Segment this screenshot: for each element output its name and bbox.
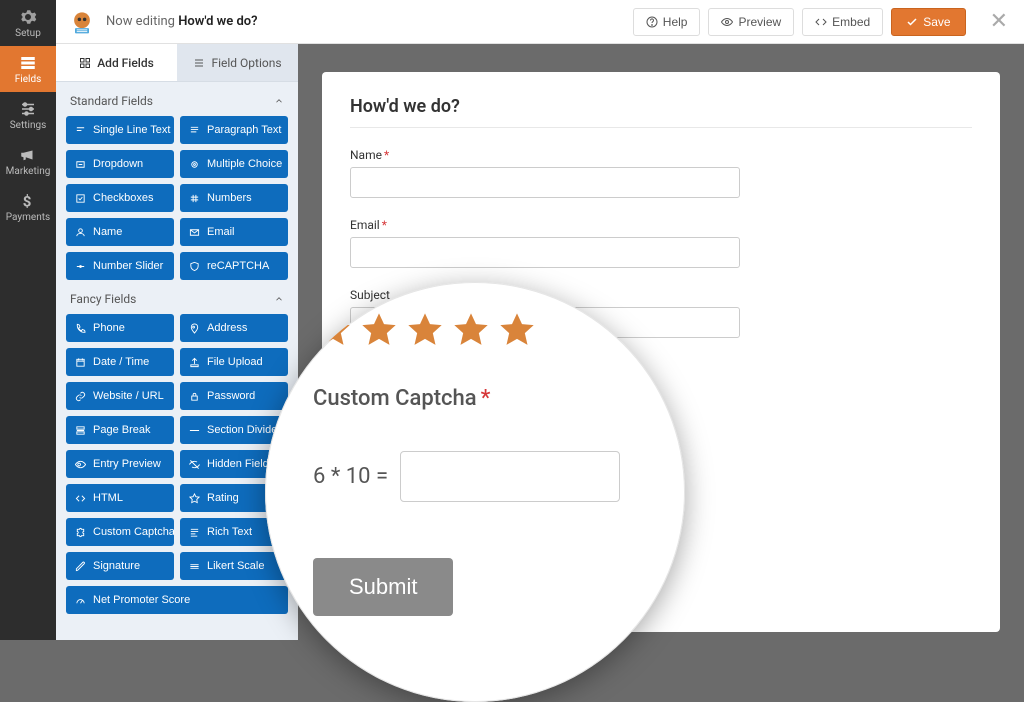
rail-fields[interactable]: Fields	[0, 46, 56, 92]
radio-icon	[189, 159, 200, 170]
likert-icon	[189, 561, 200, 572]
field-chip-signature[interactable]: Signature	[66, 552, 174, 580]
star-icon	[451, 310, 491, 350]
chevron-down-icon	[274, 96, 284, 106]
grid-icon	[79, 57, 91, 69]
field-chip-checkboxes[interactable]: Checkboxes	[66, 184, 174, 212]
dollar-icon: $	[19, 192, 37, 210]
captcha-label: Custom Captcha*	[313, 386, 645, 411]
calendar-icon	[75, 357, 86, 368]
star-icon	[405, 310, 445, 350]
field-chip-password[interactable]: Password	[180, 382, 288, 410]
rail-payments[interactable]: $ Payments	[0, 184, 56, 230]
field-chip-dropdown[interactable]: Dropdown	[66, 150, 174, 178]
preview-button[interactable]: Preview	[708, 8, 794, 36]
form-title: How'd we do?	[350, 96, 972, 117]
checkbox-icon	[75, 193, 86, 204]
left-rail: Setup Fields Settings Marketing $ Paymen…	[0, 0, 56, 640]
field-chip-multiple-choice[interactable]: Multiple Choice	[180, 150, 288, 178]
puzzle-icon	[75, 527, 86, 538]
eye-icon	[721, 16, 733, 28]
code-icon	[815, 16, 827, 28]
app-logo	[68, 8, 96, 36]
fields-icon	[19, 54, 37, 72]
star-icon	[359, 310, 399, 350]
field-chip-likert-scale[interactable]: Likert Scale	[180, 552, 288, 580]
help-button[interactable]: Help	[633, 8, 701, 36]
close-icon[interactable]: ✕	[986, 9, 1012, 34]
star-icon	[189, 493, 200, 504]
eye-icon	[75, 459, 86, 470]
wpforms-icon	[68, 8, 96, 36]
field-chip-number-slider[interactable]: Number Slider	[66, 252, 174, 280]
field-chip-html[interactable]: HTML	[66, 484, 174, 512]
dropdown-icon	[75, 159, 86, 170]
topbar: Now editing How'd we do? Help Preview Em…	[56, 0, 1024, 44]
upload-icon	[189, 357, 200, 368]
tab-field-options[interactable]: Field Options	[177, 44, 298, 81]
field-chip-single-line-text[interactable]: Single Line Text	[66, 116, 174, 144]
field-chip-email[interactable]: Email	[180, 218, 288, 246]
lock-icon	[189, 391, 200, 402]
hidden-icon	[189, 459, 200, 470]
text-icon	[75, 125, 86, 136]
gear-icon	[19, 8, 37, 26]
pen-icon	[75, 561, 86, 572]
link-icon	[75, 391, 86, 402]
field-chip-paragraph-text[interactable]: Paragraph Text	[180, 116, 288, 144]
slider-icon	[75, 261, 86, 272]
field-chip-entry-preview[interactable]: Entry Preview	[66, 450, 174, 478]
name-label: Name*	[350, 148, 972, 162]
submit-button[interactable]: Submit	[313, 558, 453, 616]
section-fancy-fields[interactable]: Fancy Fields	[66, 280, 288, 314]
phone-icon	[75, 323, 86, 334]
code-icon	[75, 493, 86, 504]
field-chip-name[interactable]: Name	[66, 218, 174, 246]
richtext-icon	[189, 527, 200, 538]
sliders-icon	[19, 100, 37, 118]
field-chip-recaptcha[interactable]: reCAPTCHA	[180, 252, 288, 280]
gauge-icon	[75, 595, 86, 606]
star-icon	[497, 310, 537, 350]
pagebreak-icon	[75, 425, 86, 436]
field-chip-phone[interactable]: Phone	[66, 314, 174, 342]
save-button[interactable]: Save	[891, 8, 965, 36]
sliders-icon	[193, 57, 205, 69]
pin-icon	[189, 323, 200, 334]
rail-settings[interactable]: Settings	[0, 92, 56, 138]
email-input[interactable]	[350, 237, 740, 268]
field-chip-address[interactable]: Address	[180, 314, 288, 342]
field-chip-website-url[interactable]: Website / URL	[66, 382, 174, 410]
captcha-equation: 6 * 10 =	[313, 464, 388, 489]
field-chip-date-time[interactable]: Date / Time	[66, 348, 174, 376]
field-chip-numbers[interactable]: Numbers	[180, 184, 288, 212]
mail-icon	[189, 227, 200, 238]
field-chip-page-break[interactable]: Page Break	[66, 416, 174, 444]
name-input[interactable]	[350, 167, 740, 198]
field-chip-custom-captcha[interactable]: Custom Captcha	[66, 518, 174, 546]
fields-panel: Add Fields Field Options Standard Fields…	[56, 44, 298, 640]
svg-text:$: $	[23, 192, 32, 210]
check-icon	[906, 16, 918, 28]
captcha-input[interactable]	[400, 451, 620, 502]
email-label: Email*	[350, 218, 972, 232]
embed-button[interactable]: Embed	[802, 8, 883, 36]
user-icon	[75, 227, 86, 238]
field-chip-file-upload[interactable]: File Upload	[180, 348, 288, 376]
field-chip-net-promoter-score[interactable]: Net Promoter Score	[66, 586, 288, 614]
rail-setup[interactable]: Setup	[0, 0, 56, 46]
section-standard-fields[interactable]: Standard Fields	[66, 82, 288, 116]
editing-label: Now editing How'd we do?	[106, 14, 258, 29]
rail-marketing[interactable]: Marketing	[0, 138, 56, 184]
hash-icon	[189, 193, 200, 204]
megaphone-icon	[19, 146, 37, 164]
shield-icon	[189, 261, 200, 272]
paragraph-icon	[189, 125, 200, 136]
tab-add-fields[interactable]: Add Fields	[56, 44, 177, 81]
chevron-down-icon	[274, 294, 284, 304]
help-icon	[646, 16, 658, 28]
divider-icon	[189, 425, 200, 436]
magnifier-overlay: Custom Captcha* 6 * 10 = Submit	[265, 282, 685, 702]
